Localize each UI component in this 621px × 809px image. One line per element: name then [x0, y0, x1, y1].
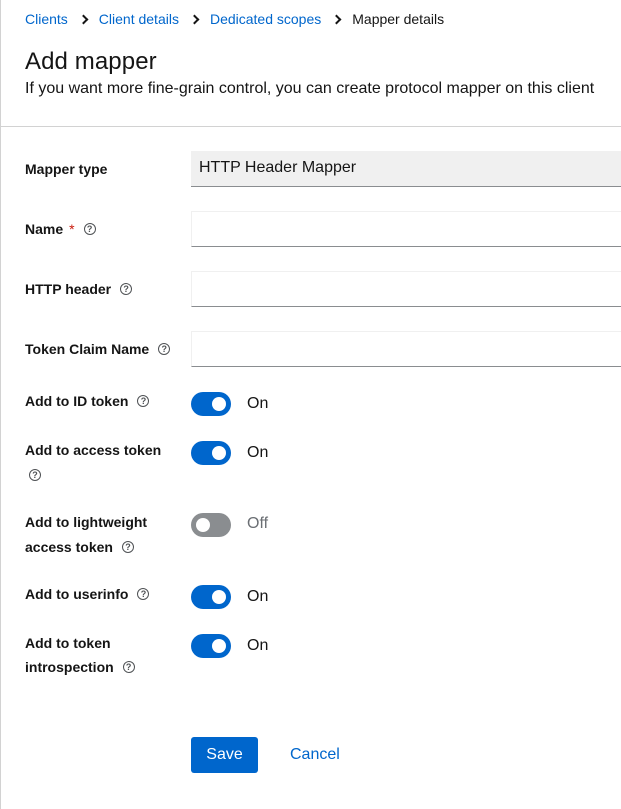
- save-button[interactable]: Save: [191, 737, 258, 773]
- help-icon[interactable]: ?: [122, 661, 135, 674]
- token-claim-name-input[interactable]: [191, 331, 621, 367]
- chevron-right-icon: [331, 14, 342, 24]
- userinfo-toggle[interactable]: [191, 585, 231, 609]
- name-input[interactable]: [191, 211, 621, 247]
- chevron-right-icon: [78, 14, 89, 24]
- lightweight-toggle[interactable]: [191, 513, 231, 537]
- help-icon[interactable]: ?: [158, 343, 171, 356]
- toggle-knob: [212, 639, 226, 653]
- toggle-knob: [212, 590, 226, 604]
- name-label: Name *?: [25, 217, 96, 241]
- help-icon[interactable]: ?: [137, 395, 150, 408]
- help-icon[interactable]: ?: [29, 469, 41, 482]
- required-marker: *: [69, 221, 75, 237]
- http-header-input[interactable]: [191, 271, 621, 307]
- introspection-label-line1: Add to token: [25, 635, 111, 651]
- access-token-toggle[interactable]: [191, 441, 231, 465]
- access-token-toggle-state: On: [247, 444, 269, 461]
- http-header-label: HTTP header?: [25, 277, 133, 301]
- breadcrumb-current: Mapper details: [352, 11, 445, 27]
- help-icon[interactable]: ?: [137, 588, 150, 601]
- breadcrumb-dedicated-scopes[interactable]: Dedicated scopes: [210, 11, 321, 27]
- lightweight-label-line2: access token?: [25, 535, 134, 559]
- page-left-border: [0, 0, 1, 809]
- breadcrumb: Clients Client details Dedicated scopes …: [25, 11, 444, 27]
- chevron-right-icon: [189, 14, 200, 24]
- token-claim-name-label: Token Claim Name?: [25, 337, 171, 361]
- access-token-help: ?: [25, 463, 41, 487]
- page-description: If you want more fine-grain control, you…: [25, 80, 595, 97]
- introspection-toggle[interactable]: [191, 634, 231, 658]
- toggle-knob: [212, 397, 226, 411]
- header-divider: [0, 126, 621, 127]
- page-title: Add mapper: [25, 48, 157, 75]
- userinfo-label: Add to userinfo?: [25, 582, 150, 606]
- toggle-knob: [196, 518, 210, 532]
- toggle-knob: [212, 446, 226, 460]
- introspection-toggle-state: On: [247, 637, 269, 654]
- id-token-toggle-state: On: [247, 395, 269, 412]
- id-token-toggle[interactable]: [191, 392, 231, 416]
- breadcrumb-clients[interactable]: Clients: [25, 11, 68, 27]
- mapper-type-label: Mapper type: [25, 161, 108, 177]
- cancel-button[interactable]: Cancel: [290, 737, 340, 773]
- userinfo-toggle-state: On: [247, 588, 269, 605]
- help-icon[interactable]: ?: [121, 541, 134, 554]
- lightweight-toggle-state: Off: [247, 515, 269, 532]
- help-icon[interactable]: ?: [83, 223, 96, 236]
- help-icon[interactable]: ?: [120, 283, 133, 296]
- lightweight-label-line1: Add to lightweight: [25, 514, 148, 530]
- breadcrumb-client-details[interactable]: Client details: [99, 11, 179, 27]
- introspection-label-line2: introspection?: [25, 655, 135, 679]
- mapper-type-field: HTTP Header Mapper: [191, 151, 621, 187]
- id-token-label: Add to ID token?: [25, 389, 150, 413]
- access-token-label: Add to access token: [25, 442, 162, 458]
